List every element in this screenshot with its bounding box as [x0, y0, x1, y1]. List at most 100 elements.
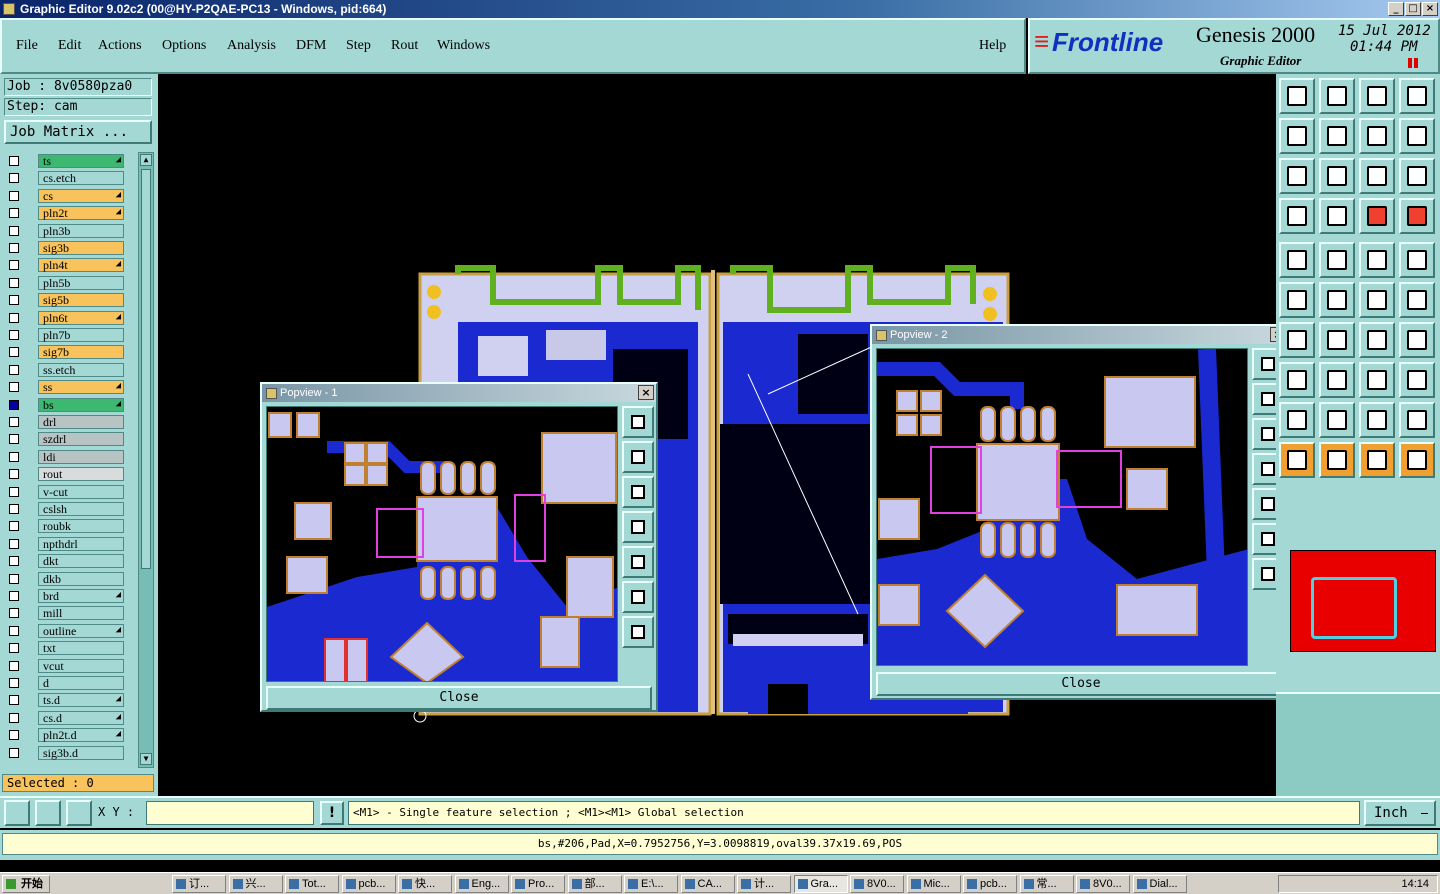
layer-checkbox[interactable] — [9, 712, 19, 723]
layer-checkbox[interactable] — [9, 643, 19, 654]
layer-row-dkb[interactable]: dkb — [4, 571, 124, 586]
start-button[interactable]: 开始 — [2, 875, 50, 893]
layer-name[interactable]: ss.etch — [38, 362, 124, 377]
taskbar-item[interactable]: pcb... — [963, 875, 1017, 893]
popview-pan-up-icon[interactable] — [1252, 383, 1276, 415]
layer-name[interactable]: v-cut — [38, 484, 124, 499]
menu-options[interactable]: Options — [162, 38, 206, 54]
taskbar-item[interactable]: E:\... — [624, 875, 678, 893]
popview-zoom-out-icon[interactable] — [622, 616, 654, 648]
xy-input[interactable] — [146, 801, 314, 825]
layer-checkbox[interactable] — [9, 451, 19, 462]
select-net-icon[interactable] — [1279, 282, 1315, 318]
filter-icon[interactable] — [1279, 198, 1315, 234]
menu-file[interactable]: File — [16, 38, 38, 54]
pan-down-icon[interactable] — [1319, 78, 1355, 114]
add-line-icon[interactable] — [1319, 242, 1355, 278]
taskbar-item[interactable]: Mic... — [906, 875, 961, 893]
move-copy-icon[interactable] — [1399, 282, 1435, 318]
graphic-canvas[interactable]: Popview - 1 × Close Popview - 2 Close — [158, 74, 1276, 796]
triangle-c-icon[interactable] — [1359, 402, 1395, 438]
layer-colors-icon[interactable] — [1359, 198, 1395, 234]
cut-line-icon[interactable] — [1279, 322, 1315, 358]
pan-left-icon[interactable] — [1279, 118, 1315, 154]
menu-windows[interactable]: Windows — [437, 38, 490, 54]
layer-name[interactable]: cslsh — [38, 502, 124, 516]
break-icon[interactable] — [1319, 362, 1355, 398]
layer-row-npthdrl[interactable]: npthdrl — [4, 536, 124, 551]
layer-name[interactable]: pln2t.d — [38, 728, 124, 743]
layer-row-ts.d[interactable]: ts.d ◢ — [4, 693, 124, 708]
taskbar-item[interactable]: 订... — [172, 875, 226, 893]
delete-icon[interactable] — [1319, 282, 1355, 318]
connect-icon[interactable] — [1279, 362, 1315, 398]
layer-name[interactable]: pln6t — [38, 310, 124, 325]
layer-name[interactable]: ss — [38, 380, 124, 395]
layer-name[interactable]: outline — [38, 623, 124, 638]
layer-checkbox[interactable] — [9, 277, 19, 288]
layer-row-ldi[interactable]: ldi — [4, 449, 124, 464]
mirror-icon[interactable] — [1399, 322, 1435, 358]
layer-row-cs.d[interactable]: cs.d ◢ — [4, 710, 124, 725]
layer-name[interactable]: sig3b.d — [38, 745, 124, 760]
layer-name[interactable]: dkb — [38, 571, 124, 586]
menu-step[interactable]: Step — [346, 38, 371, 54]
menu-edit[interactable]: Edit — [58, 38, 81, 54]
layer-name[interactable]: ts — [38, 154, 124, 168]
layer-name[interactable]: roubk — [38, 519, 124, 534]
rotate-icon[interactable] — [1359, 322, 1395, 358]
taskbar-item[interactable]: Gra... — [793, 875, 848, 893]
measure-ruler-icon[interactable] — [1359, 242, 1395, 278]
layer-row-roubk[interactable]: roubk — [4, 519, 124, 534]
popview-pan-down-icon[interactable] — [1252, 418, 1276, 450]
taskbar-item[interactable]: 部... — [567, 875, 622, 893]
fit-icon[interactable] — [1279, 158, 1315, 194]
popview-zoom-window-icon[interactable] — [622, 406, 654, 438]
layer-name[interactable]: pln2t — [38, 206, 124, 221]
layer-row-szdrl[interactable]: szdrl — [4, 432, 124, 447]
layer-list-scrollbar[interactable]: ▲ ▼ — [138, 152, 154, 768]
layer-checkbox[interactable] — [9, 208, 19, 219]
layer-checkbox[interactable] — [9, 399, 19, 410]
popview-1-close-button[interactable]: Close — [266, 686, 652, 710]
layer-row-ss.etch[interactable]: ss.etch — [4, 362, 124, 377]
layer-name[interactable]: ldi — [38, 449, 124, 464]
measure-icon[interactable] — [35, 800, 61, 826]
transform-icon[interactable] — [1399, 362, 1435, 398]
layer-row-cs[interactable]: cs ◢ — [4, 188, 124, 203]
zoom-home-icon[interactable] — [1279, 78, 1315, 114]
layer-name[interactable]: d — [38, 676, 124, 690]
layer-name[interactable]: mill — [38, 606, 124, 621]
layer-name[interactable]: sig7b — [38, 345, 124, 360]
menu-actions[interactable]: Actions — [98, 38, 142, 54]
layer-row-bs[interactable]: bs ◢ — [4, 397, 124, 412]
popview-pan-down-icon[interactable] — [622, 476, 654, 508]
layer-row-sig7b[interactable]: sig7b — [4, 345, 124, 360]
units-selector[interactable]: Inch ⎯ — [1364, 800, 1436, 826]
edit-line-icon[interactable] — [1319, 322, 1355, 358]
layer-row-pln2t[interactable]: pln2t ◢ — [4, 206, 124, 221]
popview-pan-left-icon[interactable] — [622, 511, 654, 543]
layer-row-vcut[interactable]: vcut — [4, 658, 124, 673]
layer-row-outline[interactable]: outline ◢ — [4, 623, 124, 638]
popview-2-close-button[interactable]: Close — [876, 672, 1276, 696]
layer-name[interactable]: szdrl — [38, 432, 124, 447]
add-pad-icon[interactable] — [1279, 242, 1315, 278]
move-icon[interactable] — [1359, 282, 1395, 318]
popview-zoom-in-icon[interactable] — [622, 581, 654, 613]
layer-checkbox[interactable] — [9, 330, 19, 340]
taskbar-item[interactable]: 8V0... — [1076, 875, 1130, 893]
layer-checkbox[interactable] — [9, 243, 19, 253]
pause-icon[interactable] — [1408, 58, 1412, 68]
job-matrix-button[interactable]: Job Matrix ... — [4, 120, 152, 144]
overview-map[interactable] — [1290, 550, 1436, 652]
layer-checkbox[interactable] — [9, 225, 19, 236]
layer-checkbox[interactable] — [9, 312, 19, 323]
layer-row-pln6t[interactable]: pln6t ◢ — [4, 310, 124, 325]
zoom-1-2-icon[interactable] — [1359, 158, 1395, 194]
layer-checkbox[interactable] — [9, 730, 19, 741]
layer-row-v-cut[interactable]: v-cut — [4, 484, 124, 499]
layer-checkbox[interactable] — [9, 469, 19, 480]
layer-row-rout[interactable]: rout — [4, 467, 124, 482]
menu-analysis[interactable]: Analysis — [227, 38, 276, 54]
